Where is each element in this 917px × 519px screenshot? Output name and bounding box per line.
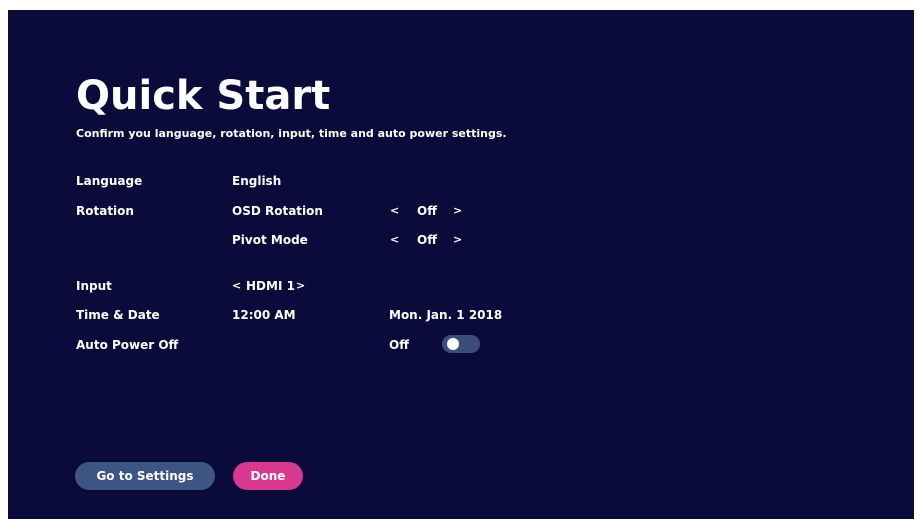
input-next-arrow[interactable]: >	[296, 278, 305, 294]
quick-start-screen: Quick Start Confirm you language, rotati…	[8, 10, 914, 519]
language-label: Language	[76, 174, 143, 188]
auto-power-off-label: Auto Power Off	[76, 338, 179, 352]
page-title: Quick Start	[76, 73, 331, 119]
time-value[interactable]: 12:00 AM	[232, 307, 296, 323]
toggle-knob	[447, 338, 459, 350]
osd-rotation-prev-arrow[interactable]: <	[390, 203, 399, 219]
date-value[interactable]: Mon. Jan. 1 2018	[389, 307, 502, 323]
pivot-mode-prev-arrow[interactable]: <	[390, 232, 399, 248]
input-value: HDMI 1	[246, 279, 295, 293]
time-date-label: Time & Date	[76, 308, 160, 322]
rotation-label: Rotation	[76, 204, 134, 218]
go-to-settings-button[interactable]: Go to Settings	[75, 462, 215, 490]
language-value[interactable]: English	[232, 173, 281, 189]
pivot-mode-label: Pivot Mode	[232, 233, 308, 247]
auto-power-off-value: Off	[389, 338, 409, 352]
pivot-mode-value: Off	[417, 233, 437, 247]
input-prev-arrow[interactable]: <	[232, 278, 241, 294]
osd-rotation-label: OSD Rotation	[232, 204, 323, 218]
osd-rotation-next-arrow[interactable]: >	[453, 203, 462, 219]
auto-power-off-toggle[interactable]	[442, 335, 480, 353]
input-label: Input	[76, 279, 112, 293]
done-button[interactable]: Done	[233, 462, 303, 490]
pivot-mode-next-arrow[interactable]: >	[453, 232, 462, 248]
page-subtitle: Confirm you language, rotation, input, t…	[76, 127, 507, 140]
osd-rotation-value: Off	[417, 204, 437, 218]
